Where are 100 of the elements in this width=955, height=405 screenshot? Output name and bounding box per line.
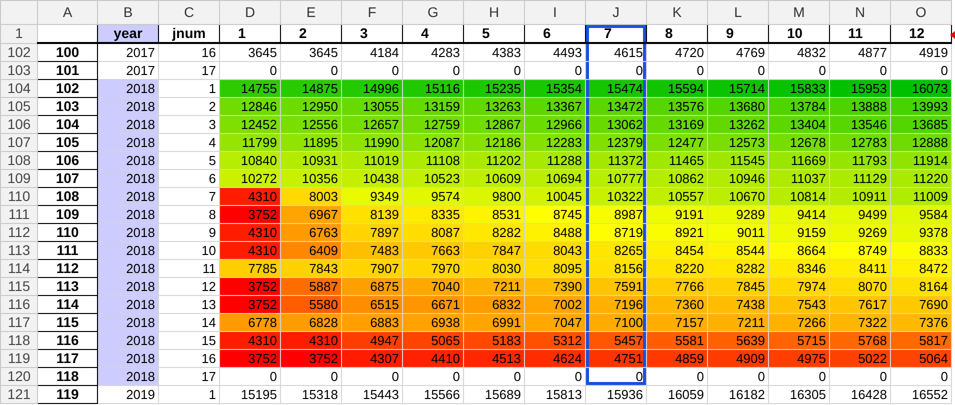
table-cell: 3752 xyxy=(220,278,280,296)
table-cell: 9349 xyxy=(342,188,402,206)
table-cell: 119 xyxy=(38,386,98,404)
column-letter[interactable]: L xyxy=(708,0,768,24)
table-cell: 12556 xyxy=(280,116,342,134)
table-cell: 6991 xyxy=(464,314,524,332)
table-cell: 7907 xyxy=(342,260,402,278)
table-cell: 6875 xyxy=(342,278,402,296)
table-cell: 0 xyxy=(586,368,646,386)
table-cell: 4310 xyxy=(220,332,280,350)
row-number[interactable]: 110 xyxy=(0,188,38,206)
row-number[interactable]: 107 xyxy=(0,134,38,152)
table-cell: 9269 xyxy=(830,224,890,242)
table-cell: 13546 xyxy=(830,116,890,134)
table-cell: 3752 xyxy=(280,350,342,368)
column-letter[interactable]: F xyxy=(342,0,402,24)
row-number[interactable]: 111 xyxy=(0,206,38,224)
column-letter[interactable]: A xyxy=(38,0,98,24)
table-cell: 13993 xyxy=(890,98,952,116)
row-number[interactable]: 120 xyxy=(0,368,38,386)
table-cell: 5581 xyxy=(646,332,708,350)
row-number[interactable]: 117 xyxy=(0,314,38,332)
table-cell: 11799 xyxy=(220,134,280,152)
column-letter[interactable]: M xyxy=(768,0,830,24)
column-letter[interactable]: E xyxy=(280,0,342,24)
table-cell: 7543 xyxy=(768,296,830,314)
table-cell: 8749 xyxy=(830,242,890,260)
row-number[interactable]: 102 xyxy=(0,43,38,62)
table-cell: 12888 xyxy=(890,134,952,152)
table-cell: 15566 xyxy=(402,386,464,404)
table-cell: 12846 xyxy=(220,98,280,116)
table-cell: 13263 xyxy=(464,98,524,116)
table-cell: 13784 xyxy=(768,98,830,116)
table-cell: 14996 xyxy=(342,80,402,98)
table-cell: 8139 xyxy=(342,206,402,224)
column-letter[interactable]: N xyxy=(830,0,890,24)
row-number[interactable]: 106 xyxy=(0,116,38,134)
table-cell: 7 xyxy=(586,24,646,43)
table-cell: 0 xyxy=(342,368,402,386)
table-cell: 4184 xyxy=(342,43,402,62)
table-cell: 8664 xyxy=(768,242,830,260)
row-number[interactable]: 116 xyxy=(0,296,38,314)
table-cell: 15833 xyxy=(768,80,830,98)
column-letter[interactable]: C xyxy=(158,0,220,24)
table-cell: 4975 xyxy=(768,350,830,368)
column-letter[interactable]: K xyxy=(646,0,708,24)
column-letter[interactable]: H xyxy=(464,0,524,24)
table-cell: 13367 xyxy=(524,98,586,116)
column-letter[interactable]: O xyxy=(890,0,952,24)
row-number[interactable]: 109 xyxy=(0,170,38,188)
column-letter[interactable]: I xyxy=(524,0,586,24)
row-number[interactable]: 1 xyxy=(0,24,38,43)
table-cell: 11990 xyxy=(342,134,402,152)
table-cell: 15953 xyxy=(830,80,890,98)
table-cell: 0 xyxy=(890,368,952,386)
table-cell: 14875 xyxy=(280,80,342,98)
table-cell: 8346 xyxy=(768,260,830,278)
table-cell: jnum xyxy=(158,24,220,43)
table-cell: 5639 xyxy=(708,332,768,350)
table-cell: 8030 xyxy=(464,260,524,278)
row-number[interactable]: 113 xyxy=(0,242,38,260)
table-cell: 12186 xyxy=(464,134,524,152)
row-number[interactable]: 114 xyxy=(0,260,38,278)
table-cell: 16552 xyxy=(890,386,952,404)
table-cell: 2 xyxy=(280,24,342,43)
table-cell: 12283 xyxy=(524,134,586,152)
table-cell: 7322 xyxy=(830,314,890,332)
table-cell: 2018 xyxy=(98,188,158,206)
table-cell: 7663 xyxy=(402,242,464,260)
table-cell: 8 xyxy=(646,24,708,43)
column-letter[interactable]: G xyxy=(402,0,464,24)
table-cell: 5312 xyxy=(524,332,586,350)
table-cell: 101 xyxy=(38,62,98,80)
row-number[interactable]: 115 xyxy=(0,278,38,296)
table-cell: 7390 xyxy=(524,278,586,296)
table-cell: 5064 xyxy=(890,350,952,368)
row-number[interactable]: 103 xyxy=(0,62,38,80)
table-cell: 16 xyxy=(158,43,220,62)
row-number[interactable]: 121 xyxy=(0,386,38,404)
row-number[interactable]: 118 xyxy=(0,332,38,350)
table-cell: 7211 xyxy=(708,314,768,332)
row-number[interactable]: 112 xyxy=(0,224,38,242)
table-cell: 13680 xyxy=(708,98,768,116)
row-number[interactable]: 119 xyxy=(0,350,38,368)
table-cell: 2018 xyxy=(98,278,158,296)
column-letter[interactable]: D xyxy=(220,0,280,24)
column-letter[interactable]: J xyxy=(586,0,646,24)
row-number[interactable]: 105 xyxy=(0,98,38,116)
table-cell: 10557 xyxy=(646,188,708,206)
table-cell: 4410 xyxy=(402,350,464,368)
column-letter[interactable]: B xyxy=(98,0,158,24)
row-number[interactable]: 104 xyxy=(0,80,38,98)
table-cell: 15813 xyxy=(524,386,586,404)
select-all-corner[interactable] xyxy=(0,0,38,24)
table-cell: 4310 xyxy=(220,224,280,242)
row-number[interactable]: 108 xyxy=(0,152,38,170)
table-cell: 11545 xyxy=(708,152,768,170)
table-cell: 15936 xyxy=(586,386,646,404)
table-cell: 7211 xyxy=(464,278,524,296)
table-cell: 0 xyxy=(220,368,280,386)
